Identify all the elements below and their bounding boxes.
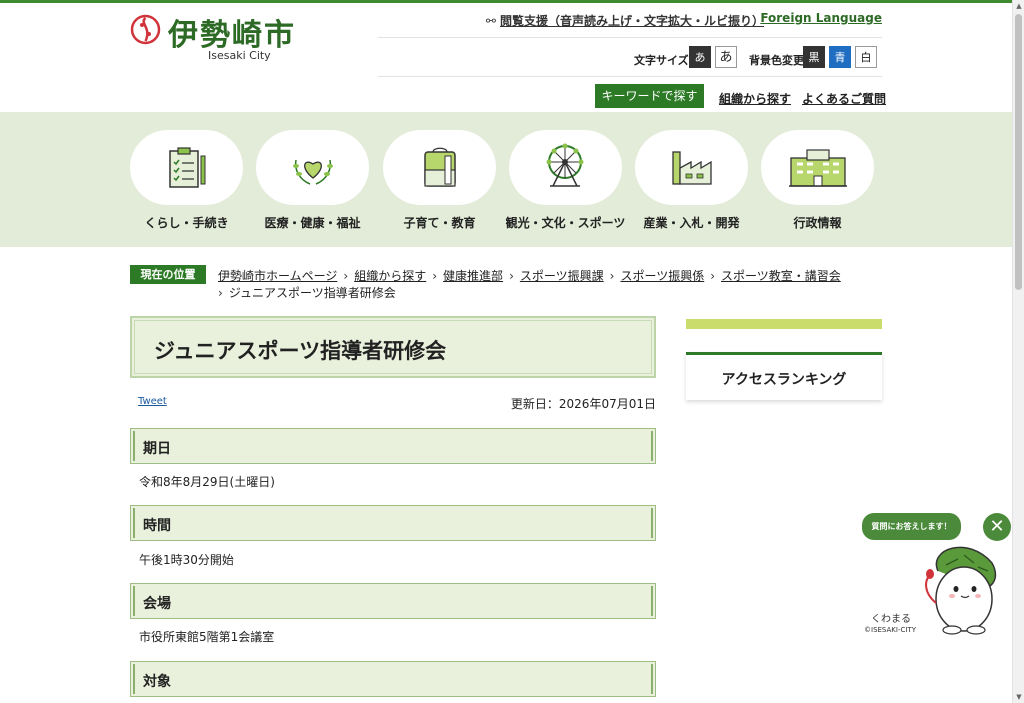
category-label: 観光・文化・スポーツ	[505, 216, 626, 230]
breadcrumb-link[interactable]: スポーツ教室・講習会	[721, 269, 841, 283]
breadcrumb-tag: 現在の位置	[130, 265, 206, 284]
section-heading-venue: 会場	[130, 583, 656, 619]
heart-laurel-icon	[293, 159, 333, 185]
clipboard-icon	[169, 147, 206, 188]
section-heading-time: 時間	[130, 505, 656, 541]
foreign-language-link[interactable]: Foreign Language	[760, 11, 882, 25]
sidebar-accent-bar	[686, 319, 882, 329]
updated-date: 更新日：2026年07月01日	[510, 397, 656, 411]
access-ranking-box: アクセスランキング	[686, 352, 882, 400]
breadcrumb-link[interactable]: 伊勢崎市ホームページ	[218, 269, 337, 283]
category-bubble	[256, 130, 369, 205]
category-label: 行政情報	[793, 216, 842, 230]
section-heading-date: 期日	[130, 428, 656, 464]
city-hall-icon	[789, 149, 847, 187]
heading-inner	[133, 664, 653, 694]
search-row: キーワードで探す 組織から探す よくあるご質問	[378, 77, 886, 111]
page-title: ジュニアスポーツ指導者研修会	[154, 339, 447, 363]
section-body-venue: 市役所東館5階第1会議室	[139, 630, 275, 644]
category-bubble	[761, 130, 874, 205]
category-label: くらし・手続き	[144, 216, 229, 230]
chevron-right-icon: ›	[218, 286, 223, 300]
section-heading-text: 対象	[143, 674, 171, 690]
chevron-right-icon: ›	[509, 269, 514, 283]
category-nav: くらし・手続き 医療・健康・福祉 子育て・教育 観光・文化・スポーツ 産業・入札…	[0, 112, 1012, 247]
keyword-search-button[interactable]: キーワードで探す	[595, 84, 704, 108]
section-body-date: 令和8年8月29日(土曜日)	[139, 475, 275, 489]
section-heading-target: 対象	[130, 661, 656, 697]
chevron-right-icon: ›	[710, 269, 716, 283]
heading-inner	[133, 586, 653, 616]
category-bubble	[383, 130, 496, 205]
backpack-icon	[424, 147, 456, 187]
close-chat-button[interactable]: ✕	[983, 513, 1011, 541]
bg-color-label: 背景色変更	[749, 54, 804, 67]
display-settings-row: 文字サイズ あ あ 背景色変更 黒 青 白	[378, 39, 882, 77]
chat-prompt-bubble[interactable]: 質問にお答えします！	[862, 513, 961, 540]
category-tourism[interactable]: 観光・文化・スポーツ	[506, 130, 625, 235]
mascot-name: くわまる	[871, 614, 911, 625]
category-childcare[interactable]: 子育て・教育	[383, 130, 496, 235]
page-title-box: ジュニアスポーツ指導者研修会	[130, 316, 656, 378]
breadcrumb-current-row: › ジュニアスポーツ指導者研修会	[218, 284, 396, 301]
org-search-link[interactable]: 組織から探す	[719, 90, 791, 107]
page-scrollbar[interactable]: ▲ ▼	[1012, 0, 1024, 703]
category-label: 子育て・教育	[403, 216, 476, 230]
category-bubble	[635, 130, 748, 205]
mascot-character-icon[interactable]	[918, 541, 1002, 637]
category-health[interactable]: 医療・健康・福祉	[256, 130, 369, 235]
access-ranking-title: アクセスランキング	[721, 372, 847, 388]
tweet-button[interactable]: Tweet	[138, 396, 167, 407]
heading-inner	[133, 431, 653, 461]
logo-name: 伊勢崎市	[168, 18, 296, 53]
close-icon: ✕	[989, 516, 1005, 537]
heading-inner	[133, 508, 653, 538]
header-utility-row: ⚯ 閲覧支援（音声読み上げ・文字拡大・ルビ振り） Foreign Language	[378, 0, 882, 38]
glasses-icon: ⚯	[485, 14, 496, 28]
category-label: 産業・入札・開発	[643, 216, 740, 230]
site-logo[interactable]: 伊勢崎市 Isesaki City	[130, 12, 310, 64]
chevron-right-icon: ›	[343, 269, 349, 283]
reader-support-label: 閲覧支援（音声読み上げ・文字拡大・ルビ振り）	[499, 14, 764, 28]
city-emblem-icon	[130, 14, 161, 45]
breadcrumb-current: ジュニアスポーツ指導者研修会	[228, 286, 396, 300]
category-industry[interactable]: 産業・入札・開発	[635, 130, 748, 235]
font-size-large-button[interactable]: あ	[715, 46, 737, 68]
ferris-wheel-icon	[546, 143, 584, 187]
breadcrumb-link[interactable]: 健康推進部	[443, 269, 503, 283]
section-body-time: 午後1時30分開始	[139, 553, 234, 567]
bg-black-button[interactable]: 黒	[803, 46, 825, 68]
reader-support-link[interactable]: ⚯ 閲覧支援（音声読み上げ・文字拡大・ルビ振り）	[486, 12, 764, 29]
section-heading-text: 期日	[143, 441, 171, 457]
breadcrumb: 伊勢崎市ホームページ › 組織から探す › 健康推進部 › スポーツ振興課 › スポーツ振興係 ›…	[218, 267, 841, 284]
scroll-down-icon[interactable]: ▼	[1013, 691, 1024, 703]
category-label: 医療・健康・福祉	[264, 216, 361, 230]
breadcrumb-link[interactable]: 組織から探す	[354, 269, 426, 283]
section-heading-text: 時間	[143, 518, 171, 534]
font-size-small-button[interactable]: あ	[689, 46, 711, 68]
breadcrumb-link[interactable]: スポーツ振興課	[520, 269, 604, 283]
section-heading-text: 会場	[143, 596, 171, 612]
category-administration[interactable]: 行政情報	[761, 130, 874, 235]
scrollbar-thumb[interactable]	[1015, 14, 1022, 290]
breadcrumb-link[interactable]: スポーツ振興係	[620, 269, 704, 283]
logo-english: Isesaki City	[208, 49, 271, 62]
faq-link[interactable]: よくあるご質問	[802, 90, 886, 107]
factory-icon	[672, 151, 712, 185]
category-living[interactable]: くらし・手続き	[130, 130, 243, 235]
category-bubble	[130, 130, 243, 205]
bg-blue-button[interactable]: 青	[829, 46, 851, 68]
scroll-up-icon[interactable]: ▲	[1013, 0, 1024, 12]
bg-white-button[interactable]: 白	[855, 46, 877, 68]
font-size-label: 文字サイズ	[634, 54, 689, 67]
category-bubble	[509, 130, 622, 205]
chevron-right-icon: ›	[609, 269, 615, 283]
mascot-copyright: ©ISESAKI-CITY	[864, 626, 916, 634]
chevron-right-icon: ›	[432, 269, 438, 283]
